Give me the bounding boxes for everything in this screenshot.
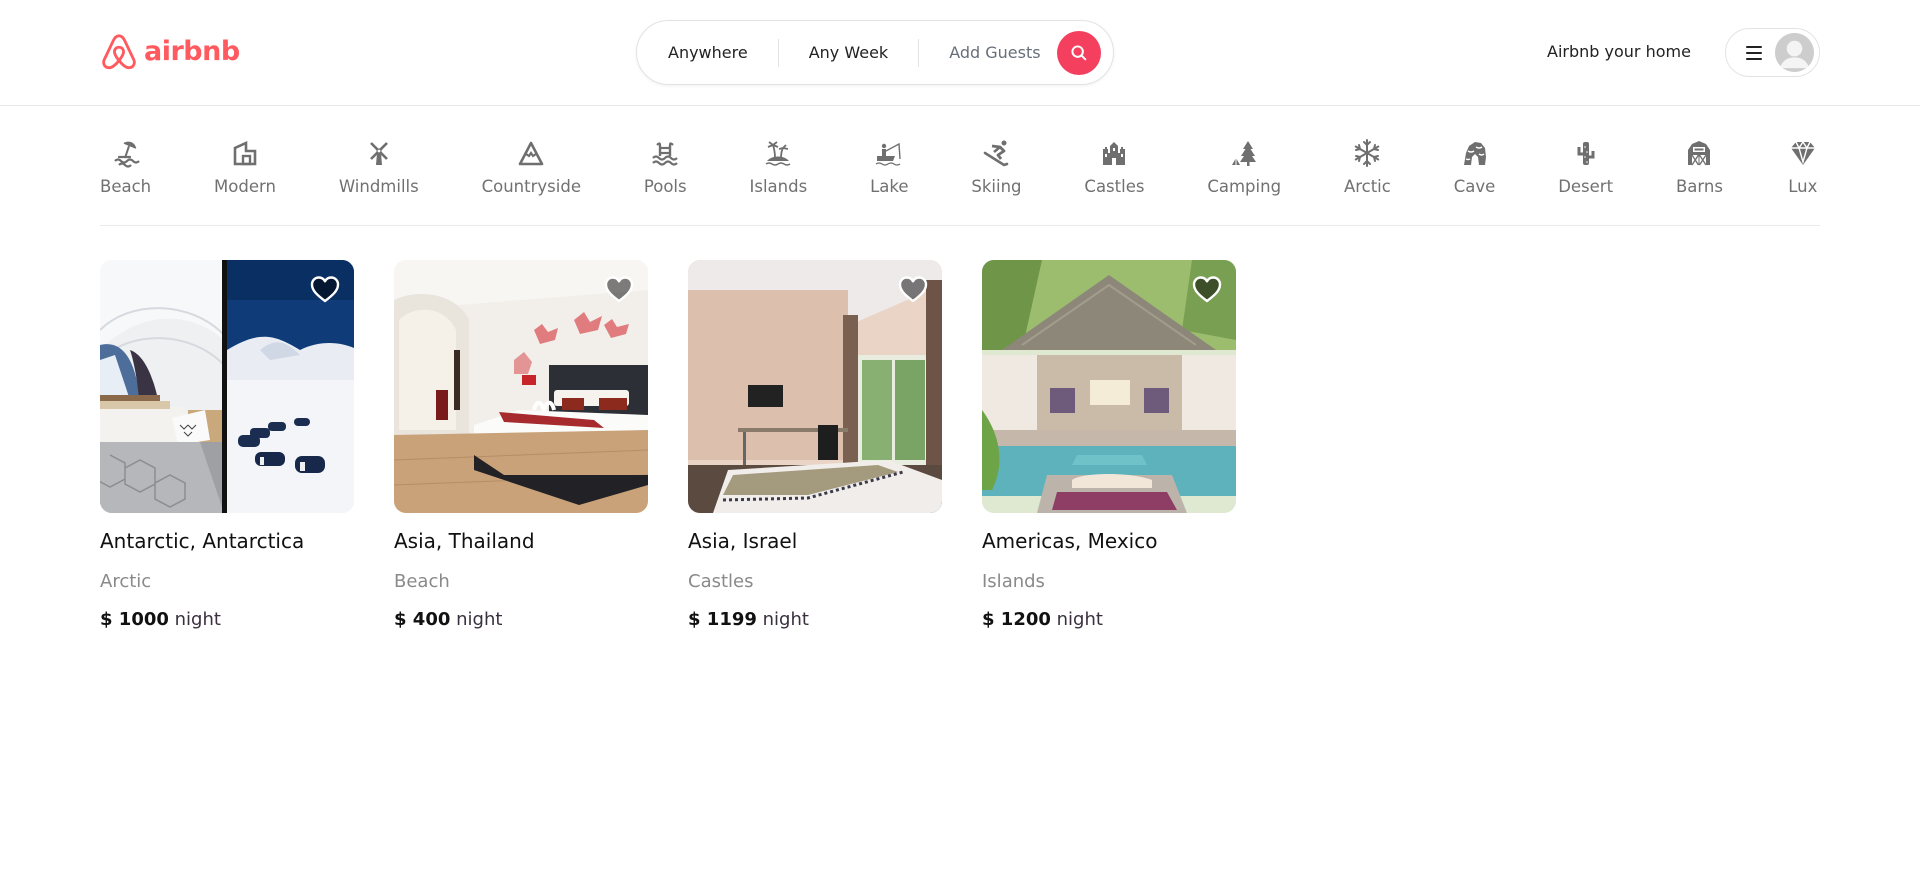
price-amount: $ 1000 — [100, 609, 169, 630]
category-label: Modern — [214, 177, 276, 196]
heart-icon — [1192, 276, 1222, 303]
category-label: Arctic — [1343, 177, 1391, 196]
category-label: Countryside — [481, 177, 581, 196]
category-label: Barns — [1675, 177, 1723, 196]
search-guests-button[interactable]: Add Guests — [919, 21, 1054, 85]
cave-icon — [1458, 136, 1492, 170]
category-label: Desert — [1558, 177, 1614, 196]
category-beach[interactable]: Beach — [100, 136, 151, 198]
hamburger-icon — [1746, 45, 1762, 60]
category-pools[interactable]: Pools — [644, 136, 687, 198]
category-label: Camping — [1207, 177, 1282, 196]
category-label: Lux — [1788, 177, 1818, 196]
category-castles[interactable]: Castles — [1084, 136, 1144, 198]
snowflake-icon — [1350, 136, 1384, 170]
listing-title: Antarctic, Antarctica — [100, 529, 305, 553]
category-label: Skiing — [971, 177, 1022, 196]
category-cave[interactable]: Cave — [1453, 136, 1496, 198]
price-amount: $ 1199 — [688, 609, 757, 630]
search-dates-button[interactable]: Any Week — [779, 21, 918, 85]
listing-price: $ 1199 night — [688, 607, 942, 633]
cactus-icon — [1569, 136, 1603, 170]
category-countryside[interactable]: Countryside — [482, 136, 581, 198]
category-arctic[interactable]: Arctic — [1344, 136, 1391, 198]
mountain-icon — [514, 136, 548, 170]
heart-icon — [310, 276, 340, 303]
user-menu-button[interactable] — [1725, 28, 1820, 77]
listing-price: $ 1200 night — [982, 607, 1236, 633]
price-unit: night — [762, 609, 809, 630]
host-your-home-link[interactable]: Airbnb your home — [1547, 38, 1691, 66]
listing-card[interactable]: Antarctic, Antarctica Arctic $ 1000 nigh… — [100, 260, 354, 633]
favorite-button[interactable] — [603, 274, 635, 304]
price-amount: $ 400 — [394, 609, 451, 630]
castle-icon — [1097, 136, 1131, 170]
listing-image[interactable] — [688, 260, 942, 513]
airbnb-logo-icon — [102, 34, 136, 70]
favorite-button[interactable] — [1191, 274, 1223, 304]
listing-category: Islands — [982, 571, 1045, 592]
listing-title: Asia, Thailand — [394, 529, 535, 553]
category-islands[interactable]: Islands — [749, 136, 807, 198]
search-bar[interactable]: Anywhere Any Week Add Guests — [636, 20, 1114, 85]
listing-card[interactable]: Americas, Mexico Islands $ 1200 night — [982, 260, 1236, 633]
category-windmills[interactable]: Windmills — [339, 136, 419, 198]
diamond-icon — [1786, 136, 1820, 170]
category-barns[interactable]: Barns — [1676, 136, 1723, 198]
search-icon — [1071, 44, 1086, 60]
heart-icon — [898, 276, 928, 303]
fishing-boat-icon — [872, 136, 906, 170]
listing-category: Castles — [688, 571, 754, 592]
listing-grid: Antarctic, Antarctica Arctic $ 1000 nigh… — [100, 260, 1236, 633]
listing-card[interactable]: Asia, Israel Castles $ 1199 night — [688, 260, 942, 633]
category-bar: Beach Modern Windmills Countryside Pools… — [100, 106, 1820, 226]
search-button[interactable] — [1056, 30, 1101, 75]
category-lake[interactable]: Lake — [870, 136, 909, 198]
favorite-button[interactable] — [897, 274, 929, 304]
windmill-icon — [362, 136, 396, 170]
price-unit: night — [456, 609, 503, 630]
price-unit: night — [174, 609, 221, 630]
listing-image[interactable] — [394, 260, 648, 513]
listing-title: Asia, Israel — [688, 529, 798, 553]
avatar — [1775, 33, 1814, 72]
top-header: airbnb Anywhere Any Week Add Guests Airb… — [0, 0, 1920, 106]
barn-icon — [1682, 136, 1716, 170]
search-location-button[interactable]: Anywhere — [637, 21, 778, 85]
tent-tree-icon — [1227, 136, 1261, 170]
modern-house-icon — [228, 136, 262, 170]
listing-card[interactable]: Asia, Thailand Beach $ 400 night — [394, 260, 648, 633]
beach-umbrella-icon — [109, 136, 143, 170]
category-label: Windmills — [338, 177, 419, 196]
airbnb-logo[interactable]: airbnb — [100, 32, 240, 72]
category-skiing[interactable]: Skiing — [971, 136, 1022, 198]
listing-title: Americas, Mexico — [982, 529, 1158, 553]
category-label: Pools — [643, 177, 687, 196]
category-label: Castles — [1084, 177, 1145, 196]
skier-icon — [979, 136, 1013, 170]
category-lux[interactable]: Lux — [1786, 136, 1820, 198]
heart-icon — [604, 276, 634, 303]
listing-image[interactable] — [982, 260, 1236, 513]
pool-ladder-icon — [648, 136, 682, 170]
category-camping[interactable]: Camping — [1207, 136, 1281, 198]
category-modern[interactable]: Modern — [214, 136, 276, 198]
category-label: Beach — [100, 177, 152, 196]
category-label: Islands — [749, 177, 808, 196]
listing-category: Arctic — [100, 571, 152, 592]
brand-name: airbnb — [144, 36, 240, 67]
category-label: Lake — [870, 177, 909, 196]
price-amount: $ 1200 — [982, 609, 1051, 630]
listing-price: $ 400 night — [394, 607, 648, 633]
listing-category: Beach — [394, 571, 450, 592]
palm-island-icon — [761, 136, 795, 170]
listing-image[interactable] — [100, 260, 354, 513]
category-desert[interactable]: Desert — [1558, 136, 1613, 198]
category-label: Cave — [1453, 177, 1496, 196]
user-avatar-icon — [1775, 33, 1814, 72]
price-unit: night — [1056, 609, 1103, 630]
favorite-button[interactable] — [309, 274, 341, 304]
listing-price: $ 1000 night — [100, 607, 354, 633]
